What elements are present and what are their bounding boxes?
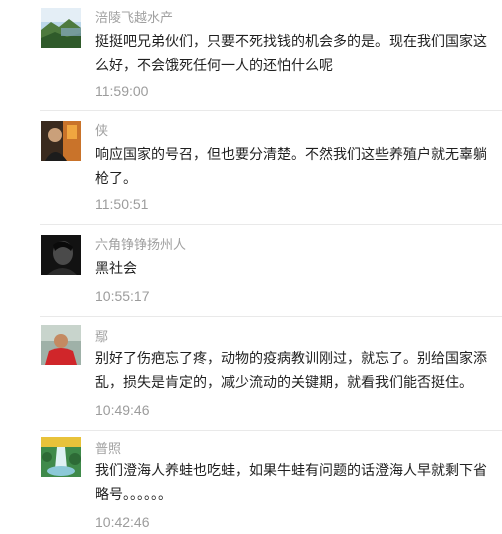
- comment-author[interactable]: 六角铮铮扬州人: [95, 237, 186, 255]
- comment-item: 鄢 别好了伤疤忘了疼，动物的疫病教训刚过，就忘了。别给国家添乱，损失是肯定的，减…: [0, 317, 502, 430]
- comment-text: 响应国家的号召，但也要分清楚。不然我们这些养殖户就无辜躺枪了。: [95, 147, 487, 187]
- waterfall-avatar[interactable]: [41, 437, 81, 477]
- comment-time: 10:42:46: [95, 514, 150, 530]
- landscape-avatar[interactable]: [41, 8, 81, 48]
- comment-time: 11:50:51: [95, 196, 149, 212]
- comment-author[interactable]: 涪陵飞越水产: [95, 10, 173, 28]
- comment-feed: 涪陵飞越水产 挺挺吧兄弟伙们，只要不死找钱的机会多的是。现在我们国家这么好，不会…: [0, 0, 502, 534]
- comment-item: 普照 我们澄海人养蛙也吃蛙，如果牛蛙有问题的话澄海人早就剩下省略号。。。。。。 …: [0, 431, 502, 534]
- comment-text: 我们澄海人养蛙也吃蛙，如果牛蛙有问题的话澄海人早就剩下省略号。。。。。。: [95, 463, 487, 503]
- comment-item: 侠 响应国家的号召，但也要分清楚。不然我们这些养殖户就无辜躺枪了。 11:50:…: [0, 111, 502, 224]
- red-shirt-avatar[interactable]: [41, 325, 81, 365]
- comment-item: 六角铮铮扬州人 黑社会 10:55:17: [0, 225, 502, 316]
- comment-text: 黑社会: [95, 261, 137, 277]
- comment-author[interactable]: 普照: [95, 441, 121, 459]
- dark-portrait-avatar[interactable]: [41, 235, 81, 275]
- comment-text: 别好了伤疤忘了疼，动物的疫病教训刚过，就忘了。别给国家添乱，损失是肯定的，减少流…: [95, 351, 487, 391]
- comment-author[interactable]: 侠: [95, 123, 108, 141]
- comment-text: 挺挺吧兄弟伙们，只要不死找钱的机会多的是。现在我们国家这么好，不会饿死任何一人的…: [95, 34, 487, 74]
- comment-time: 10:55:17: [95, 288, 150, 304]
- comment-time: 10:49:46: [95, 402, 150, 418]
- portrait-avatar[interactable]: [41, 121, 81, 161]
- comment-item: 涪陵飞越水产 挺挺吧兄弟伙们，只要不死找钱的机会多的是。现在我们国家这么好，不会…: [0, 0, 502, 110]
- comment-time: 11:59:00: [95, 83, 149, 99]
- comment-author[interactable]: 鄢: [95, 329, 108, 347]
